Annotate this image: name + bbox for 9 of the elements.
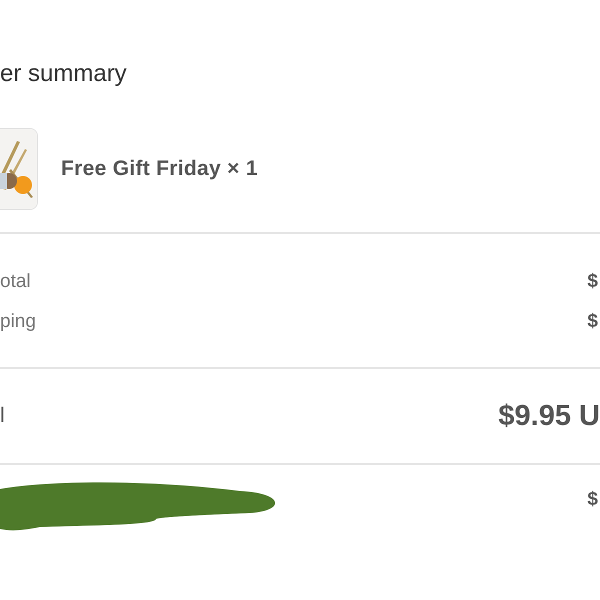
cost-label: ping (0, 311, 36, 334)
section-heading: er summary (0, 59, 128, 89)
cost-label: otal (0, 271, 31, 294)
cost-value: $ (587, 271, 599, 294)
item-name: Free Gift Friday × 1 (61, 157, 258, 181)
total-value: $9.95 U (498, 400, 600, 432)
cost-value: $ (587, 311, 599, 334)
total-label: l (0, 404, 5, 428)
row-value: $ (587, 489, 599, 511)
